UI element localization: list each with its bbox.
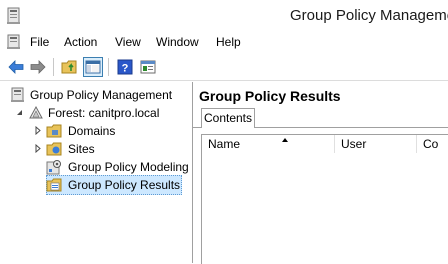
- domains-folder-icon: [46, 124, 62, 138]
- window-title: Group Policy Management: [290, 7, 448, 24]
- expand-arrow-icon[interactable]: [33, 125, 42, 136]
- column-header-name-label: Name: [208, 137, 241, 151]
- tab-contents[interactable]: Contents: [201, 108, 255, 128]
- tree-label-root: Group Policy Management: [30, 88, 173, 102]
- results-pane: Group Policy Results Contents Name User …: [193, 82, 448, 264]
- menu-action[interactable]: Action: [64, 35, 97, 49]
- tab-active-gap: [202, 127, 254, 128]
- gp-results-icon: [46, 178, 62, 192]
- toolbar-separator: [53, 58, 54, 76]
- sort-ascending-icon: [282, 138, 288, 142]
- menu-file[interactable]: File: [30, 35, 49, 49]
- properties-button[interactable]: [138, 57, 158, 77]
- gpmc-app-icon[interactable]: [6, 7, 22, 25]
- column-header-computer-label: Co: [423, 137, 439, 151]
- tree-label-modeling: Group Policy Modeling: [68, 160, 189, 174]
- forward-arrow-icon: [30, 60, 46, 74]
- page-title: Group Policy Results: [199, 88, 341, 104]
- collapse-arrow-icon[interactable]: [15, 107, 24, 118]
- up-one-level-button[interactable]: [60, 57, 80, 77]
- back-button[interactable]: [6, 57, 26, 77]
- tree-item-forest[interactable]: Forest: canitpro.local: [0, 104, 190, 122]
- properties-icon: [140, 60, 156, 74]
- menu-window[interactable]: Window: [156, 35, 199, 49]
- gp-modeling-icon: [46, 160, 61, 175]
- help-button[interactable]: ?: [115, 57, 135, 77]
- tree-item-sites[interactable]: Sites: [0, 140, 190, 158]
- tree-label-sites: Sites: [68, 142, 95, 156]
- menu-help[interactable]: Help: [216, 35, 241, 49]
- console-tree[interactable]: Group Policy Management Forest: canitpro…: [0, 82, 193, 263]
- svg-text:?: ?: [122, 63, 129, 75]
- toolbar-separator: [108, 58, 109, 76]
- tree-label-domains: Domains: [68, 124, 116, 138]
- system-menu-icon[interactable]: [6, 34, 22, 50]
- column-header-user-label: User: [341, 137, 367, 151]
- sites-folder-icon: [46, 142, 62, 156]
- show-hide-tree-icon: [85, 60, 101, 74]
- tree-label-forest: Forest: canitpro.local: [48, 106, 160, 120]
- forward-button[interactable]: [28, 57, 48, 77]
- column-header-user[interactable]: User: [335, 135, 417, 153]
- gpm-console-icon: [11, 87, 24, 102]
- show-hide-console-tree-button[interactable]: [83, 57, 103, 77]
- back-arrow-icon: [8, 60, 24, 74]
- tree-item-modeling[interactable]: Group Policy Modeling: [0, 158, 190, 176]
- menu-bar: File Action View Window Help: [0, 32, 448, 52]
- tree-item-domains[interactable]: Domains: [0, 122, 190, 140]
- help-icon: ?: [117, 59, 133, 75]
- tree-label-results: Group Policy Results: [68, 178, 181, 192]
- tree-item-results[interactable]: Group Policy Results: [0, 176, 190, 194]
- tree-item-gpm-root[interactable]: Group Policy Management: [0, 86, 190, 104]
- results-list[interactable]: Name User Co: [201, 134, 448, 264]
- title-bar: Group Policy Management: [0, 0, 448, 32]
- forest-icon: [29, 105, 43, 119]
- up-folder-icon: [61, 60, 77, 74]
- column-header-computer[interactable]: Co: [417, 135, 448, 153]
- column-header-name[interactable]: Name: [202, 135, 335, 153]
- menu-view[interactable]: View: [115, 35, 141, 49]
- toolbar: ?: [0, 54, 448, 81]
- expand-arrow-icon[interactable]: [33, 143, 42, 154]
